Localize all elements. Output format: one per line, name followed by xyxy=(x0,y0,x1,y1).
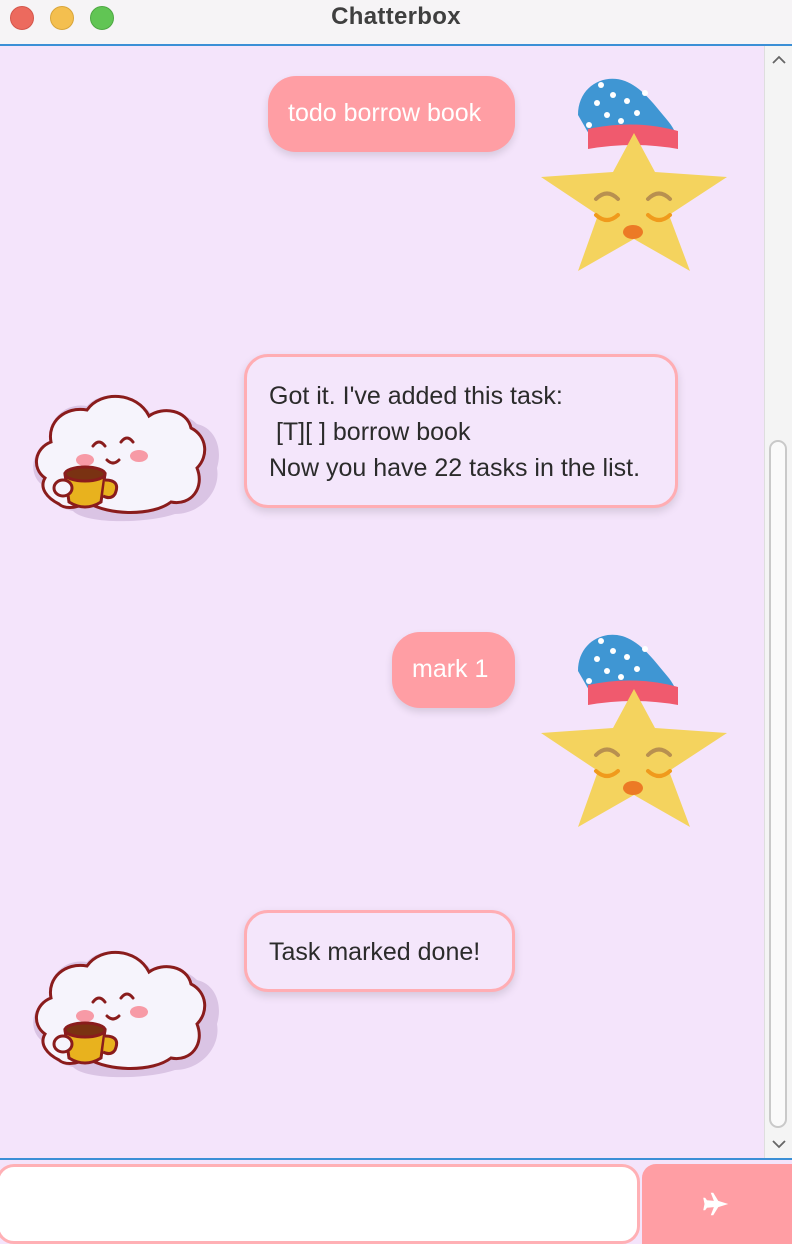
user-star-avatar xyxy=(541,631,731,836)
vertical-scrollbar[interactable] xyxy=(764,46,792,1158)
scrollbar-thumb[interactable] xyxy=(769,440,787,1128)
bot-cloud-avatar xyxy=(25,376,225,526)
bot-cloud-avatar xyxy=(25,932,225,1082)
input-bar xyxy=(0,1158,792,1244)
user-message-bubble: mark 1 xyxy=(392,632,515,708)
scroll-up-arrow-icon[interactable] xyxy=(771,52,787,68)
user-message-bubble: todo borrow book xyxy=(268,76,515,152)
bot-message-bubble: Got it. I've added this task: [T][ ] bor… xyxy=(244,354,678,508)
title-bar: Chatterbox xyxy=(0,0,792,46)
chat-scroll-area[interactable]: todo borrow book Got it. I've added this… xyxy=(0,46,764,1158)
scroll-down-arrow-icon[interactable] xyxy=(771,1136,787,1152)
bot-message-bubble: Task marked done! xyxy=(244,910,515,992)
paper-plane-icon xyxy=(703,1192,729,1216)
user-star-avatar xyxy=(541,75,731,280)
window-title: Chatterbox xyxy=(331,3,461,30)
message-input[interactable] xyxy=(0,1164,640,1244)
send-button[interactable] xyxy=(642,1164,792,1244)
